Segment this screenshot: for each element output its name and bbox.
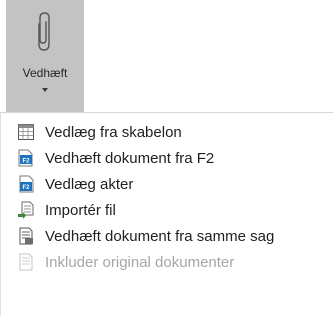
- attach-button[interactable]: Vedhæft: [6, 0, 84, 112]
- chevron-down-icon: [42, 88, 48, 92]
- attach-dropdown-menu: Vedlæg fra skabelon F2 Vedhæft dokument …: [0, 112, 333, 316]
- menu-item-label: Vedhæft dokument fra F2: [45, 150, 215, 167]
- menu-item-label: Importér fil: [45, 202, 116, 219]
- menu-item-label: Vedlæg akter: [45, 176, 134, 193]
- attach-button-label: Vedhæft: [22, 66, 68, 80]
- svg-text:F2: F2: [22, 159, 30, 165]
- calendar-grid-icon: [18, 124, 34, 140]
- original-document-icon: [19, 253, 33, 271]
- menu-item-import-file[interactable]: Importér fil: [1, 197, 333, 223]
- menu-item-attach-document-from-f2[interactable]: F2 Vedhæft dokument fra F2: [1, 145, 333, 171]
- menu-item-label: Vedhæft dokument fra samme sag: [45, 228, 275, 245]
- menu-item-attach-from-template[interactable]: Vedlæg fra skabelon: [1, 119, 333, 145]
- paperclip-icon: [38, 12, 50, 51]
- import-file-icon: [18, 201, 34, 219]
- menu-item-label: Inkluder original dokumenter: [45, 254, 235, 271]
- f2-record-icon: F2: [19, 175, 34, 193]
- menu-item-label: Vedlæg fra skabelon: [45, 124, 182, 141]
- case-document-icon: [19, 227, 33, 245]
- svg-text:F2: F2: [22, 185, 30, 191]
- menu-item-include-original-documents[interactable]: Inkluder original dokumenter: [1, 249, 333, 275]
- menu-item-attach-records[interactable]: F2 Vedlæg akter: [1, 171, 333, 197]
- f2-document-icon: F2: [18, 149, 33, 167]
- menu-item-attach-document-from-same-case[interactable]: Vedhæft dokument fra samme sag: [1, 223, 333, 249]
